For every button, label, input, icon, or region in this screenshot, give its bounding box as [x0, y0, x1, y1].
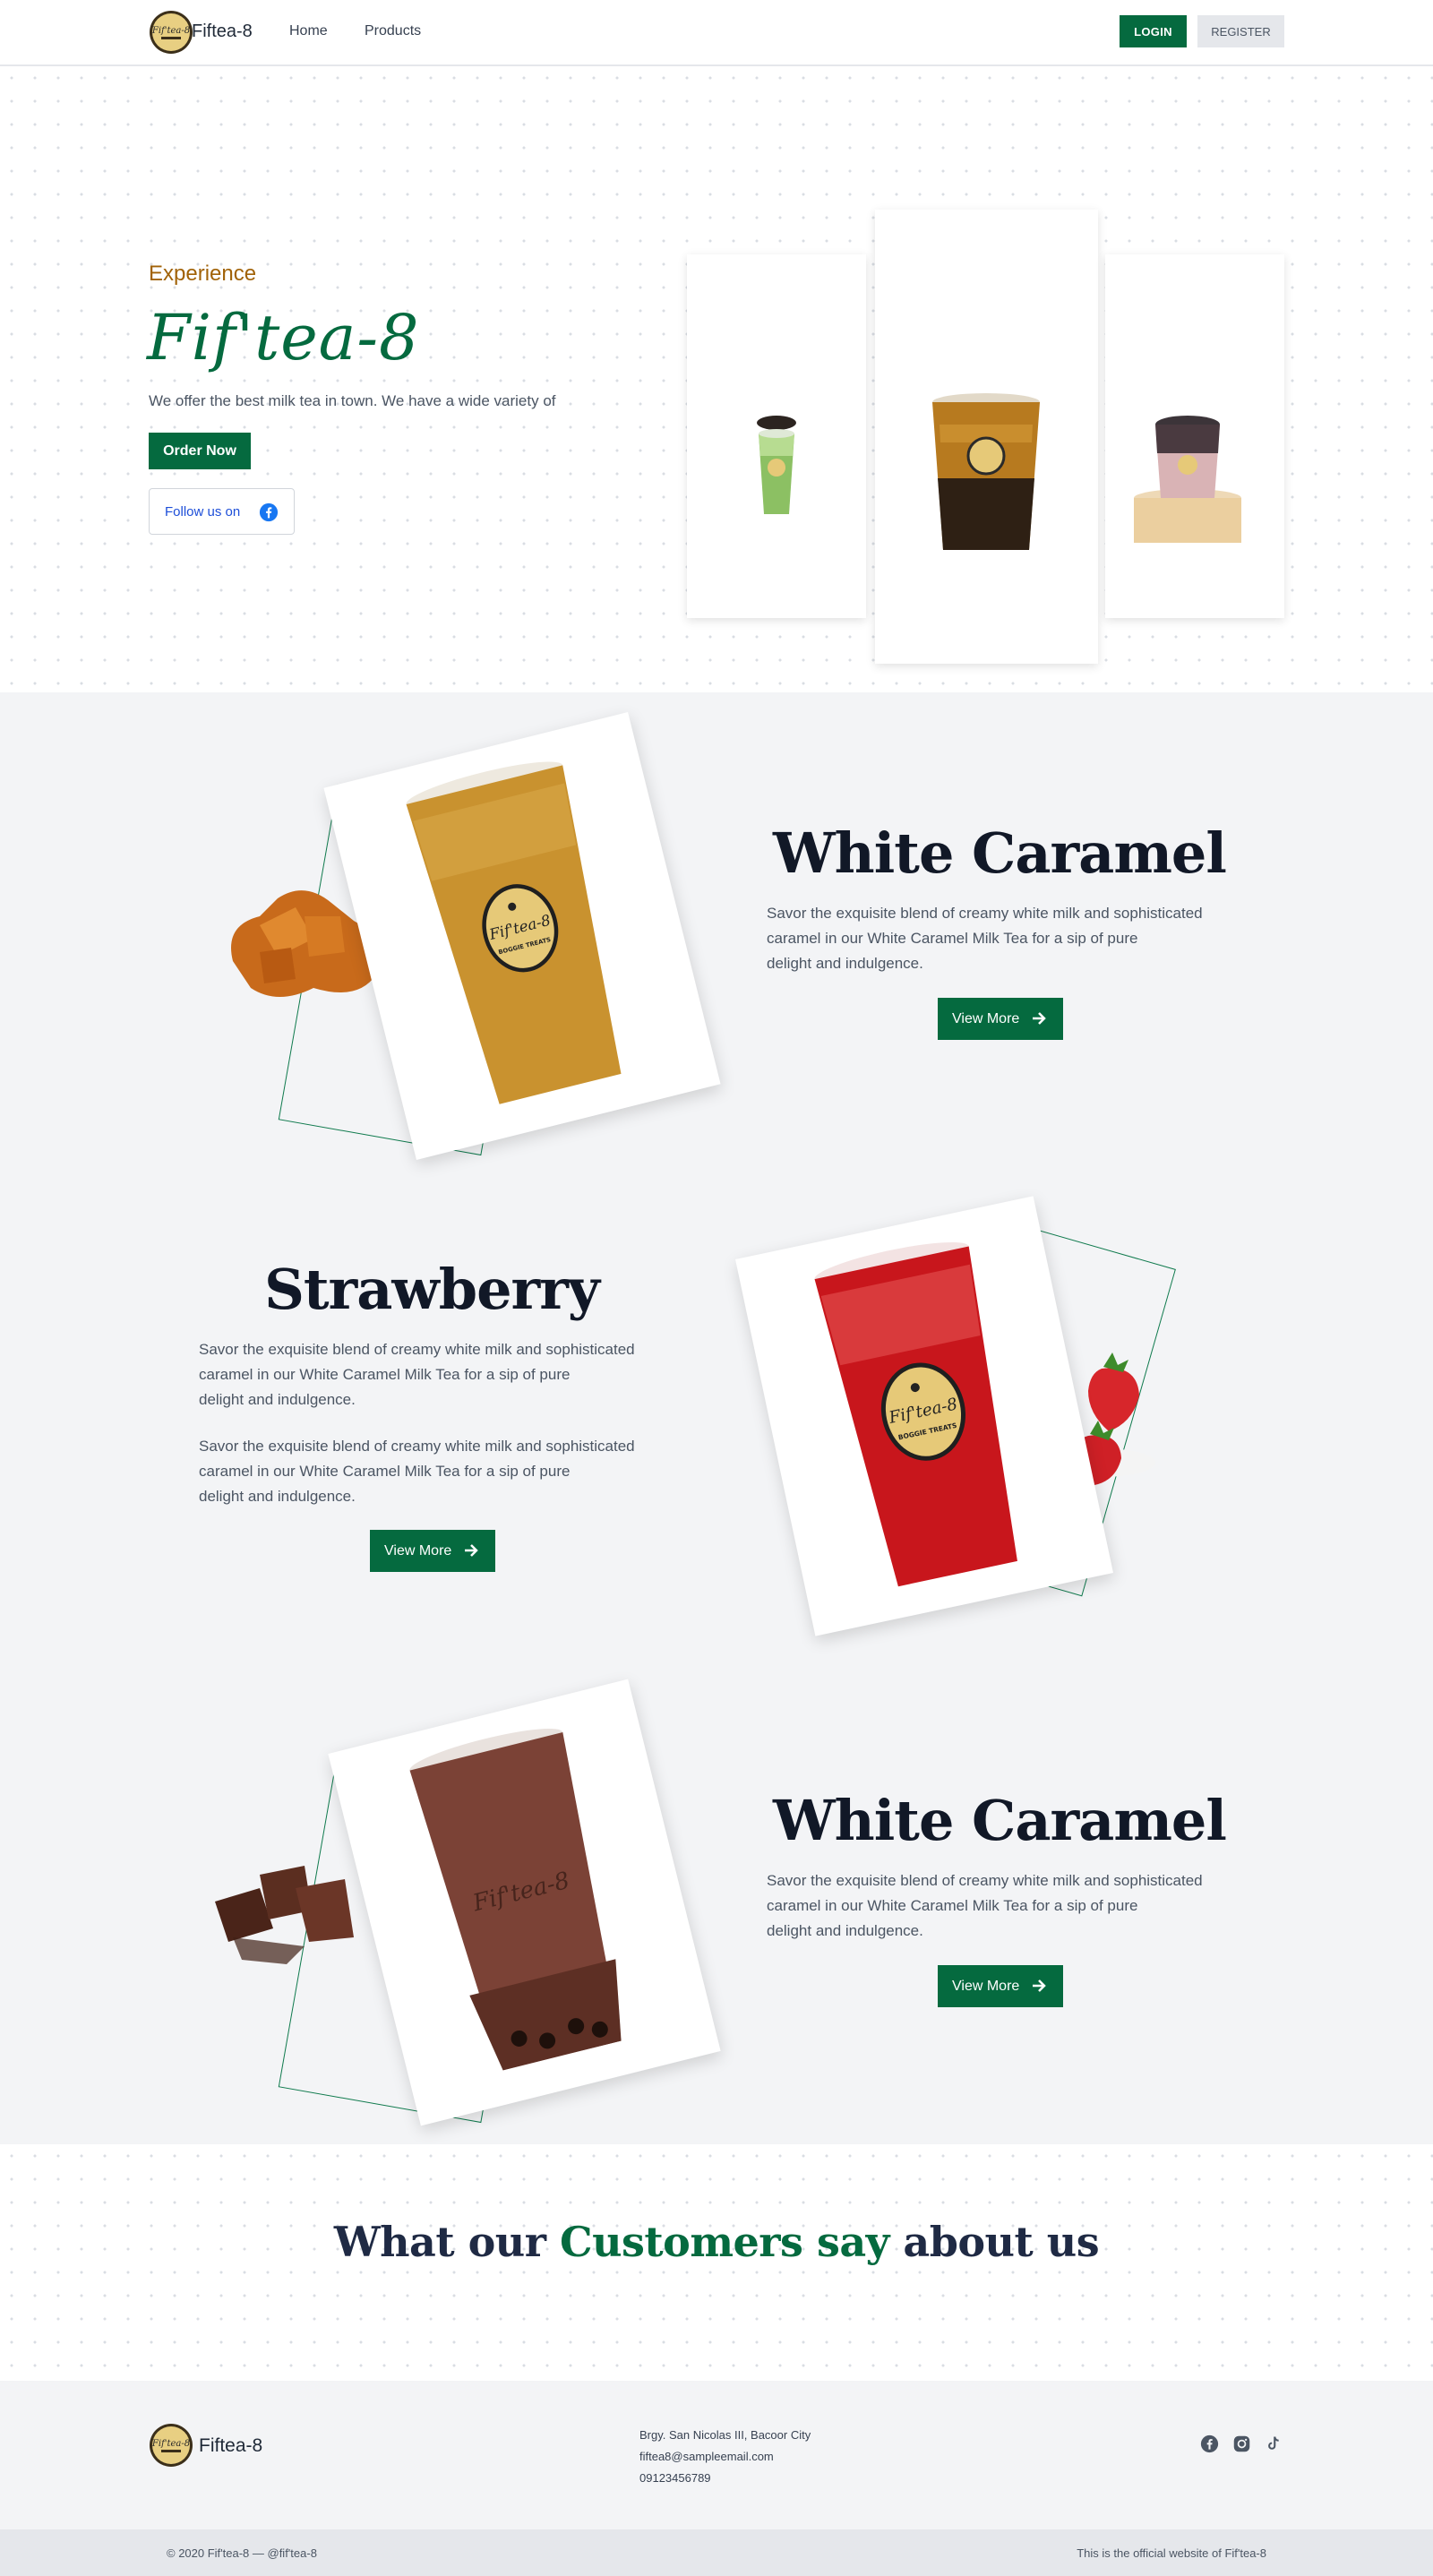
heading-highlight: Customers say	[559, 2218, 889, 2266]
login-button[interactable]: LOGIN	[1120, 15, 1187, 47]
description-line: Savor the exquisite blend of creamy whit…	[767, 905, 1203, 922]
heading-part: What our	[333, 2218, 560, 2266]
product-title: White Caramel	[773, 1788, 1227, 1853]
product-description: Savor the exquisite blend of creamy whit…	[767, 901, 1203, 976]
footer-phone[interactable]: 09123456789	[639, 2468, 811, 2489]
view-more-label: View More	[952, 1010, 1020, 1026]
copyright-text: © 2020 Fif'tea-8 — @fif'tea-8	[167, 2546, 317, 2560]
testimonials-heading: What our Customers say about us	[0, 2218, 1433, 2266]
hero-eyebrow: Experience	[149, 262, 257, 286]
nav-link-home[interactable]: Home	[289, 23, 328, 39]
follow-us-label: Follow us on	[165, 503, 241, 519]
description-line: Savor the exquisite blend of creamy whit…	[199, 1341, 635, 1358]
nav-link-products[interactable]: Products	[365, 23, 421, 39]
product-title: Strawberry	[264, 1257, 600, 1322]
product-description: Savor the exquisite blend of creamy whit…	[199, 1337, 635, 1413]
facebook-icon[interactable]	[1200, 2434, 1219, 2453]
matcha-drink-image	[757, 416, 796, 514]
testimonials-section: What our Customers say about us	[0, 2144, 1433, 2381]
description-line: delight and indulgence.	[199, 1488, 356, 1505]
footer-email[interactable]: fiftea8@sampleemail.com	[639, 2446, 811, 2468]
description-line: caramel in our White Caramel Milk Tea fo…	[199, 1463, 571, 1480]
description-line: caramel in our White Caramel Milk Tea fo…	[199, 1366, 571, 1383]
hero-card-matcha[interactable]	[687, 254, 866, 618]
description-line: delight and indulgence.	[199, 1391, 356, 1408]
follow-us-button[interactable]: Follow us on	[149, 488, 295, 535]
description-line: Savor the exquisite blend of creamy whit…	[199, 1438, 635, 1455]
tiktok-icon[interactable]	[1264, 2434, 1283, 2453]
description-line: delight and indulgence.	[767, 955, 923, 972]
arrow-right-icon	[1033, 1012, 1046, 1025]
view-more-button[interactable]: View More	[938, 1965, 1063, 2007]
brand-logo[interactable]	[149, 10, 193, 55]
view-more-label: View More	[952, 1978, 1020, 1994]
description-line: caramel in our White Caramel Milk Tea fo…	[767, 930, 1138, 947]
view-more-button[interactable]: View More	[938, 998, 1063, 1040]
footer-contact: Brgy. San Nicolas III, Bacoor City fifte…	[639, 2425, 811, 2489]
footer-logo[interactable]	[149, 2423, 193, 2468]
facebook-icon	[259, 502, 279, 522]
product-description: Savor the exquisite blend of creamy whit…	[767, 1868, 1203, 1944]
view-more-label: View More	[384, 1542, 452, 1558]
brand-name[interactable]: Fiftea-8	[192, 21, 253, 42]
heading-part: about us	[888, 2218, 1100, 2266]
view-more-button[interactable]: View More	[370, 1530, 495, 1572]
footer-address: Brgy. San Nicolas III, Bacoor City	[639, 2428, 811, 2442]
instagram-icon[interactable]	[1232, 2434, 1251, 2453]
arrow-right-icon	[1033, 1979, 1046, 1992]
hero-card-taro[interactable]	[1105, 254, 1284, 618]
footer-brand: Fiftea-8	[199, 2435, 263, 2456]
official-site-note: This is the official website of Fif'tea-…	[1077, 2546, 1266, 2560]
hero-section: Experience Fif'tea-8 We offer the best m…	[0, 66, 1433, 692]
register-button[interactable]: REGISTER	[1197, 15, 1284, 47]
footer: Fiftea-8 Brgy. San Nicolas III, Bacoor C…	[0, 2381, 1433, 2529]
hero-subtitle: We offer the best milk tea in town. We h…	[149, 392, 556, 409]
description-line: delight and indulgence.	[767, 1922, 923, 1939]
hero-card-brown-sugar[interactable]	[875, 210, 1098, 664]
footer-bottom-bar: © 2020 Fif'tea-8 — @fif'tea-8 This is th…	[0, 2529, 1433, 2576]
order-now-button[interactable]: Order Now	[149, 433, 251, 469]
description-line: caramel in our White Caramel Milk Tea fo…	[767, 1897, 1138, 1914]
hero-title: Fif'tea-8	[147, 301, 420, 374]
top-navbar: Fiftea-8 Home Products LOGIN REGISTER	[0, 0, 1433, 66]
description-line: Savor the exquisite blend of creamy whit…	[767, 1872, 1203, 1889]
product-description-2: Savor the exquisite blend of creamy whit…	[199, 1434, 635, 1509]
brown-sugar-boba-image	[932, 393, 1040, 550]
arrow-right-icon	[465, 1544, 478, 1557]
taro-drink-image	[1134, 416, 1241, 543]
products-section: White Caramel Savor the exquisite blend …	[0, 692, 1433, 2144]
product-title: White Caramel	[773, 820, 1227, 886]
